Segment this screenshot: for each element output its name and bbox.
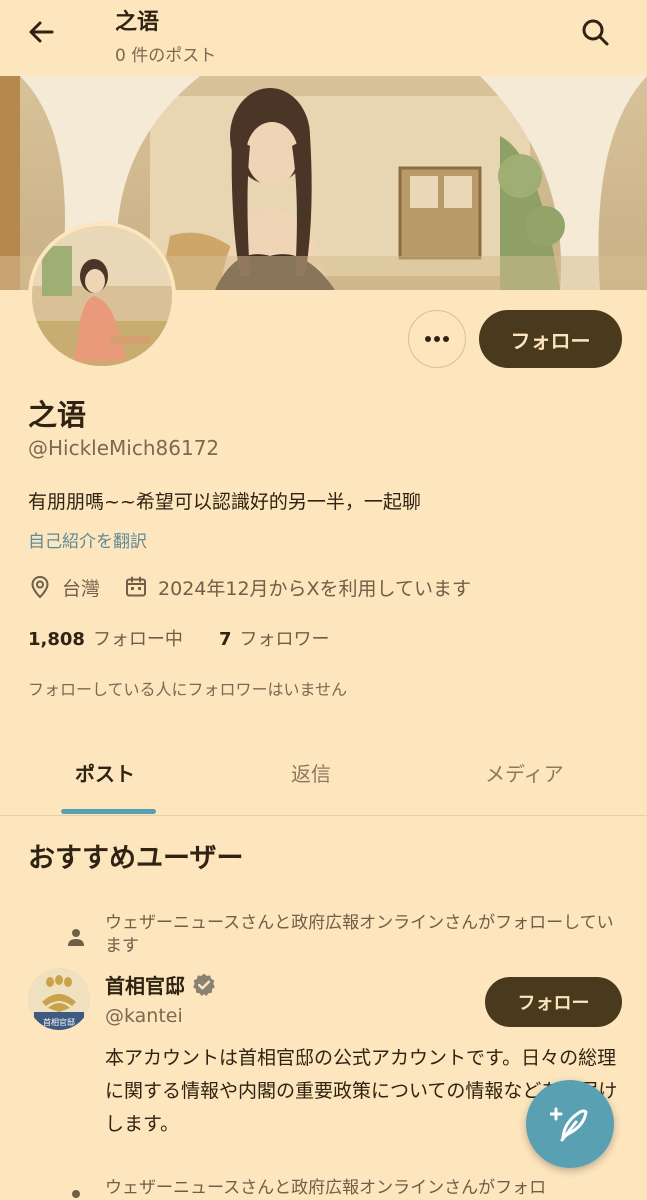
recommended-follow-button[interactable]: フォロー (485, 977, 622, 1027)
location-text: 台灣 (62, 577, 101, 600)
compose-post-icon (550, 1107, 588, 1142)
post-count: 0 件のポスト (115, 46, 217, 66)
avatar-image (32, 226, 172, 366)
person-icon (68, 929, 84, 946)
follow-button[interactable]: フォロー (479, 310, 622, 368)
recommended-heading: おすすめユーザー (28, 843, 244, 874)
compose-post-button[interactable] (526, 1080, 614, 1168)
no-mutual-followers: フォローしている人にフォロワーはいません (28, 680, 348, 699)
person-icon (72, 1190, 80, 1198)
translate-bio-link[interactable]: 自己紹介を翻訳 (28, 527, 147, 552)
profile-page: 之语 0 件のポスト フォロー 之语 @HickleMich86172 有朋朋嗎… (0, 0, 647, 1200)
verified-badge-icon (193, 973, 215, 996)
calendar-icon (126, 576, 147, 597)
recommended-user-handle: @kantei (105, 1005, 183, 1027)
user-handle: @HickleMich86172 (28, 436, 220, 460)
profile-bio: 有朋朋嗎~~希望可以認識好的另一半，一起聊 (28, 491, 421, 513)
tab-replies[interactable]: 返信 (291, 758, 331, 787)
following-count: 1,808 (28, 629, 85, 650)
recommended-user-name-row[interactable]: 首相官邸 (105, 970, 217, 999)
social-context: ウェザーニュースさんと政府広報オンラインさんがフォロ (105, 1178, 547, 1198)
following-label: フォロー中 (92, 629, 183, 650)
recommended-user-name: 首相官邸 (105, 974, 185, 998)
following-link[interactable]: 1,808 フォロー中 (28, 625, 183, 651)
active-tab-indicator (61, 809, 156, 814)
back-button[interactable] (24, 14, 60, 50)
search-button[interactable] (577, 14, 613, 50)
recommended-user-avatar[interactable]: 首相官邸 (28, 968, 90, 1030)
profile-tabs: ポスト 返信 メディア (0, 740, 647, 816)
tab-posts[interactable]: ポスト (75, 758, 135, 787)
followers-label: フォロワー (239, 629, 330, 650)
location-icon (31, 575, 49, 599)
arrow-left-icon (29, 21, 54, 43)
more-options-button[interactable] (408, 310, 466, 368)
avatar-logo-text: 首相官邸 (43, 1017, 75, 1027)
top-bar: 之语 0 件のポスト (0, 0, 647, 76)
more-horizontal-icon (425, 336, 449, 342)
followers-count: 7 (218, 629, 232, 650)
followers-link[interactable]: 7 フォロワー (219, 625, 330, 651)
profile-meta: 台灣 2024年12月からXを利用しています (28, 572, 471, 602)
profile-avatar[interactable] (28, 222, 176, 370)
topbar-title: 之语 (115, 10, 160, 35)
social-context: ウェザーニュースさんと政府広報オンラインさんがフォローしています (105, 913, 614, 956)
display-name: 之语 (28, 398, 87, 432)
tab-media[interactable]: メディア (485, 758, 564, 787)
kantei-logo-icon: 首相官邸 (28, 968, 90, 1030)
joined-date: 2024年12月からXを利用しています (158, 577, 471, 600)
search-icon (582, 19, 609, 46)
follow-stats: 1,808 フォロー中 7 フォロワー (28, 625, 329, 651)
